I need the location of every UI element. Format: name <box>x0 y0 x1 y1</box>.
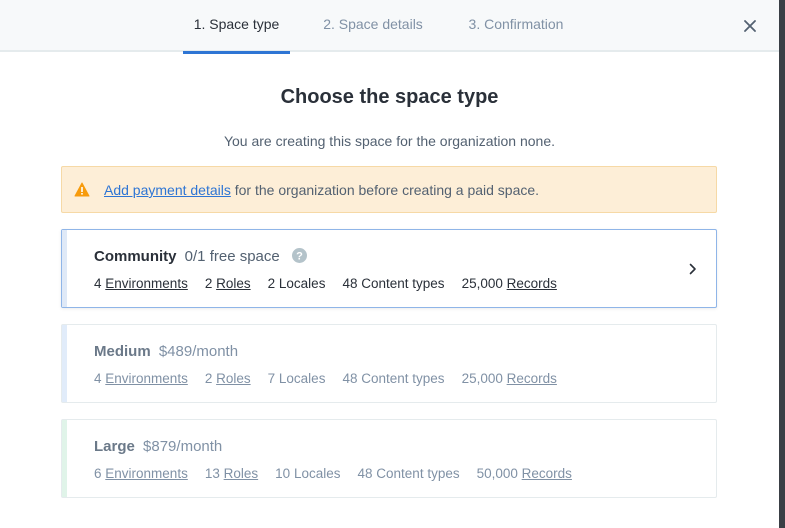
create-space-modal: 1. Space type 2. Space details 3. Confir… <box>0 0 779 528</box>
wizard-steps-header: 1. Space type 2. Space details 3. Confir… <box>0 0 779 54</box>
plan-header: Medium $489/month <box>94 343 238 360</box>
environments-link[interactable]: Environments <box>105 466 188 481</box>
feature-roles: 2 Roles <box>204 371 251 386</box>
feature-locales: 2 Locales <box>267 276 326 291</box>
plan-card-medium: Medium $489/month 4 Environments 2 Roles 7… <box>61 324 717 403</box>
plan-name: Large <box>94 438 135 455</box>
warning-text: for the organization before creating a p… <box>230 182 540 198</box>
feature-content-types: 48 Content types <box>342 371 445 386</box>
plan-price: 0/1 free space <box>184 248 280 265</box>
plan-price: $879/month <box>143 438 223 455</box>
records-link[interactable]: Records <box>522 466 572 481</box>
plan-card-community[interactable]: Community 0/1 free space ? 4 Environment… <box>61 229 717 308</box>
plan-name: Community <box>94 248 177 265</box>
plan-price: $489/month <box>158 343 239 360</box>
plan-header: Community 0/1 free space ? <box>94 248 307 265</box>
feature-locales: 7 Locales <box>267 371 326 386</box>
environments-link[interactable]: Environments <box>105 371 188 386</box>
plan-features: 4 Environments 2 Roles 2 Locales 48 Content… <box>94 276 574 291</box>
feature-records: 25,000 Records <box>461 276 557 291</box>
feature-content-types: 48 Content types <box>357 466 460 481</box>
environments-link[interactable]: Environments <box>105 276 188 291</box>
feature-environments: 6 Environments <box>94 466 188 481</box>
warning-message: Add payment details for the organization… <box>104 182 539 198</box>
feature-roles: 2 Roles <box>204 276 251 291</box>
tab-space-type[interactable]: 1. Space type <box>183 0 290 54</box>
close-icon <box>744 20 756 32</box>
page-title: Choose the space type <box>280 86 499 108</box>
add-payment-details-link[interactable]: Add payment details <box>104 182 231 198</box>
feature-roles: 13 Roles <box>204 466 259 481</box>
feature-locales: 10 Locales <box>275 466 341 481</box>
plan-accent-bar <box>62 420 67 497</box>
tab-space-details[interactable]: 2. Space details <box>317 0 429 52</box>
tab-confirmation[interactable]: 3. Confirmation <box>460 0 572 52</box>
plan-accent-bar <box>62 230 67 307</box>
feature-content-types: 48 Content types <box>342 276 445 291</box>
plan-features: 6 Environments 13 Roles 10 Locales 48 Conte… <box>94 466 589 481</box>
plan-features: 4 Environments 2 Roles 7 Locales 48 Content… <box>94 371 574 386</box>
feature-environments: 4 Environments <box>94 371 188 386</box>
plan-header: Large $879/month <box>94 438 222 455</box>
page-subtitle: You are creating this space for the orga… <box>223 133 556 149</box>
plan-accent-bar <box>62 325 67 402</box>
roles-link[interactable]: Roles <box>216 371 251 386</box>
chevron-right-icon <box>689 263 696 275</box>
svg-text:?: ? <box>296 251 303 263</box>
roles-link[interactable]: Roles <box>224 466 259 481</box>
plan-card-large: Large $879/month 6 Environments 13 Roles 1… <box>61 419 717 498</box>
warning-icon <box>74 182 90 197</box>
payment-warning-banner: Add payment details for the organization… <box>61 166 717 213</box>
records-link[interactable]: Records <box>507 371 557 386</box>
plan-name: Medium <box>94 343 151 360</box>
feature-records: 25,000 Records <box>461 371 557 386</box>
feature-records: 50,000 Records <box>476 466 572 481</box>
help-icon[interactable]: ? <box>291 248 307 263</box>
records-link[interactable]: Records <box>507 276 557 291</box>
feature-environments: 4 Environments <box>94 276 188 291</box>
close-button[interactable] <box>736 12 764 40</box>
roles-link[interactable]: Roles <box>216 276 251 291</box>
scrollbar-strip <box>779 0 785 528</box>
